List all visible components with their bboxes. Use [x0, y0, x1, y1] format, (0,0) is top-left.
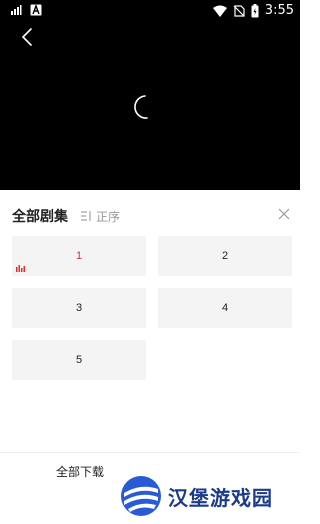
episode-item[interactable]: 1	[12, 236, 146, 276]
episode-label: 1	[75, 250, 83, 262]
episode-item[interactable]: 2	[158, 236, 292, 276]
panel-title: 全部剧集	[12, 208, 68, 224]
playing-bars-icon	[16, 265, 25, 272]
signal-chart-icon	[11, 5, 22, 15]
no-sim-icon	[233, 4, 245, 17]
close-icon[interactable]	[276, 206, 292, 222]
episode-label: 5	[75, 354, 83, 366]
wifi-icon	[212, 5, 227, 17]
episode-item[interactable]: 5	[12, 340, 146, 380]
chevron-left-icon[interactable]	[18, 26, 36, 48]
episode-label: 2	[221, 250, 229, 262]
episode-item[interactable]: 3	[12, 288, 146, 328]
watermark-text: 汉堡游戏园	[168, 487, 273, 510]
episode-label: 4	[221, 302, 229, 314]
status-time: 3:55	[264, 3, 294, 18]
sort-label: 正序	[96, 209, 121, 224]
download-all-button[interactable]: 全部下载	[56, 463, 104, 480]
battery-icon	[251, 3, 259, 17]
sort-icon	[81, 211, 91, 221]
bottom-bar: 全部下载 汉堡游戏园	[0, 452, 300, 524]
watermark: 汉堡游戏园	[120, 475, 273, 517]
panel-header: 全部剧集 正序	[12, 206, 120, 226]
watermark-logo-icon	[121, 476, 161, 516]
episode-item[interactable]: 4	[158, 288, 292, 328]
episode-label: 3	[75, 302, 83, 314]
video-player[interactable]: 3:55	[0, 0, 300, 190]
a-notification-icon	[30, 4, 42, 16]
status-bar: 3:55	[0, 0, 300, 22]
sort-toggle-button[interactable]: 正序	[80, 208, 120, 225]
spinner-icon	[134, 95, 148, 119]
